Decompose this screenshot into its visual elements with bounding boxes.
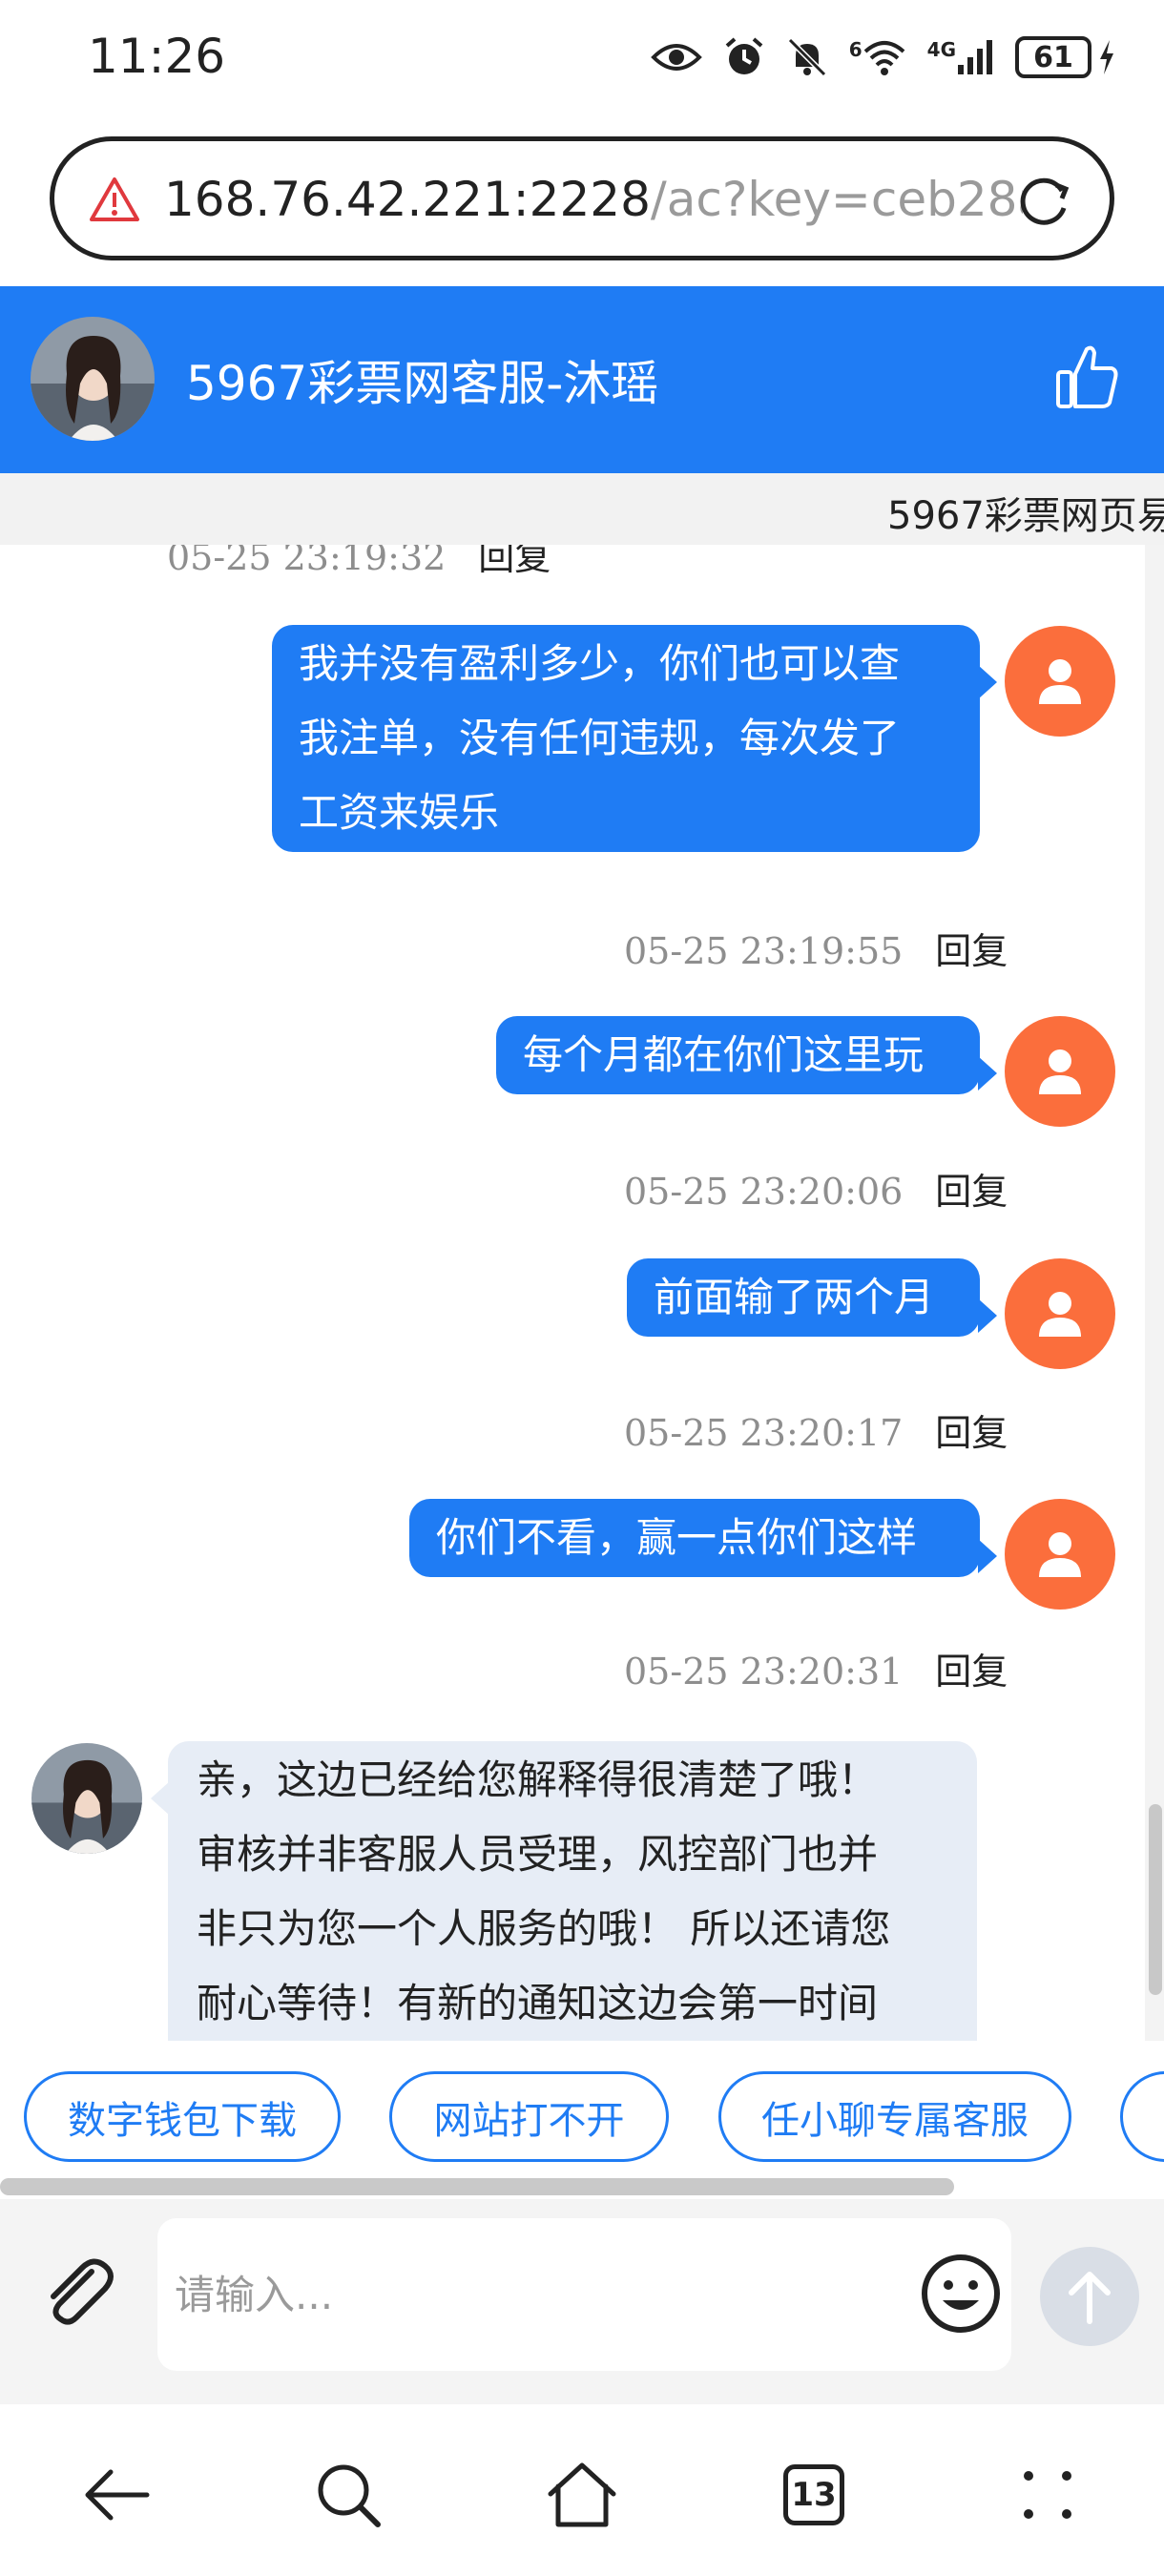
battery-indicator: 61 bbox=[1015, 36, 1116, 78]
eye-icon bbox=[650, 44, 702, 71]
charging-icon bbox=[1100, 40, 1113, 74]
message-text: 你们不看，赢一点你们这样 bbox=[436, 1514, 918, 1561]
battery-level: 61 bbox=[1015, 36, 1091, 78]
wifi-label: 6 bbox=[848, 38, 863, 61]
reload-icon[interactable] bbox=[1014, 170, 1075, 231]
message-time: 05-25 23:20:06 bbox=[624, 1171, 904, 1213]
user-message-bubble: 你们不看，赢一点你们这样 bbox=[409, 1499, 997, 1577]
mute-bell-icon bbox=[787, 37, 826, 77]
quick-reply-bar: 数字钱包下载 网站打不开 任小聊专属客服 bbox=[0, 2041, 1164, 2189]
message-text: 每个月都在你们这里玩 bbox=[523, 1031, 925, 1078]
user-avatar bbox=[1005, 626, 1115, 737]
menu-button[interactable] bbox=[1009, 2457, 1086, 2533]
agent-avatar[interactable] bbox=[31, 317, 155, 441]
message-time: 05-25 23:19:32 bbox=[167, 545, 447, 578]
user-avatar bbox=[1005, 1499, 1115, 1610]
quick-reply-exclusive-service[interactable]: 任小聊专属客服 bbox=[718, 2071, 1071, 2162]
message-input[interactable] bbox=[157, 2218, 1011, 2371]
message-time: 05-25 23:19:55 bbox=[624, 930, 904, 972]
message-line: 工资来娱乐 bbox=[299, 789, 500, 836]
scrollbar-thumb[interactable] bbox=[1149, 1804, 1162, 1995]
message-line: 我并没有盈利多少，你们也可以查 bbox=[299, 640, 901, 687]
chat-messages[interactable]: 05-25 23:19:32 回复 我并没有盈利多少，你们也可以查 我注单，没有任… bbox=[0, 545, 1164, 2041]
quick-reply-site-down[interactable]: 网站打不开 bbox=[389, 2071, 669, 2162]
message-input-bar bbox=[0, 2199, 1164, 2404]
message-meta: 05-25 23:20:31 回复 bbox=[624, 1642, 1008, 1694]
announcement-text: 5967彩票网页易 bbox=[887, 494, 1164, 538]
status-bar: 11:26 6 4G 61 bbox=[0, 0, 1164, 119]
back-button[interactable] bbox=[78, 2457, 155, 2533]
message-line: 耐心等待！有新的通知这边会第一时间 bbox=[197, 1980, 879, 2026]
network-label: 4G bbox=[926, 38, 956, 61]
message-time: 05-25 23:20:17 bbox=[624, 1412, 904, 1454]
message-meta: 05-25 23:19:55 回复 bbox=[624, 922, 1008, 974]
message-text: 前面输了两个月 bbox=[654, 1274, 935, 1320]
chat-header: 5967彩票网客服-沐瑶 bbox=[0, 286, 1164, 473]
message-meta: 05-25 23:19:32 回复 bbox=[167, 545, 551, 580]
arrow-up-icon bbox=[1069, 2272, 1111, 2324]
user-icon bbox=[1039, 1049, 1081, 1094]
home-button[interactable] bbox=[544, 2457, 620, 2533]
message-meta: 05-25 23:20:17 回复 bbox=[624, 1403, 1008, 1456]
quick-reply-more[interactable] bbox=[1120, 2071, 1164, 2162]
home-icon bbox=[548, 2462, 616, 2527]
user-message-bubble: 每个月都在你们这里玩 bbox=[496, 1016, 997, 1094]
chat-scrollbar[interactable] bbox=[1145, 545, 1164, 2041]
quick-reply-wallet[interactable]: 数字钱包下载 bbox=[24, 2071, 341, 2162]
reply-link[interactable]: 回复 bbox=[935, 1171, 1008, 1213]
paperclip-icon[interactable] bbox=[34, 2249, 120, 2335]
url-text[interactable]: 168.76.42.221:2228/ac?key=ceb28a bbox=[164, 172, 1023, 227]
agent-message-bubble: 亲，这边已经给您解释得很清楚了哦！ 审核并非客服人员受理，风控部门也并 非只为您… bbox=[151, 1741, 977, 2041]
quick-reply-scrollbar[interactable] bbox=[0, 2178, 954, 2195]
emoji-icon[interactable] bbox=[918, 2251, 1004, 2337]
reply-link[interactable]: 回复 bbox=[478, 545, 551, 578]
url-host: 168.76.42.221:2228 bbox=[164, 172, 651, 227]
user-icon bbox=[1039, 1532, 1081, 1577]
alarm-icon bbox=[725, 37, 763, 74]
signal-icon bbox=[958, 40, 992, 74]
reply-link[interactable]: 回复 bbox=[935, 930, 1008, 972]
not-secure-warning-icon[interactable] bbox=[89, 176, 140, 223]
search-icon bbox=[318, 2464, 381, 2527]
announcement-marquee: 5967彩票网页易 bbox=[0, 473, 1164, 545]
url-path: /ac?key=ceb28a bbox=[650, 172, 1023, 227]
user-icon bbox=[1039, 659, 1081, 704]
tabs-button[interactable]: 13 bbox=[776, 2457, 852, 2533]
thumbs-up-icon[interactable] bbox=[1054, 342, 1121, 410]
status-time: 11:26 bbox=[88, 29, 226, 84]
message-meta: 05-25 23:20:06 回复 bbox=[624, 1162, 1008, 1215]
message-line: 非只为您一个人服务的哦！ 所以还请您 bbox=[197, 1905, 891, 1952]
search-button[interactable] bbox=[310, 2457, 386, 2533]
wifi-icon bbox=[863, 41, 904, 75]
more-dots-icon bbox=[1024, 2471, 1071, 2519]
agent-avatar bbox=[31, 1743, 142, 1854]
reply-link[interactable]: 回复 bbox=[935, 1412, 1008, 1454]
address-bar[interactable]: 168.76.42.221:2228/ac?key=ceb28a bbox=[50, 136, 1114, 260]
browser-nav-bar: 13 bbox=[0, 2404, 1164, 2576]
user-avatar bbox=[1005, 1258, 1115, 1369]
status-icons: 6 4G 61 bbox=[650, 29, 1116, 86]
message-line: 审核并非客服人员受理，风控部门也并 bbox=[197, 1831, 879, 1878]
user-icon bbox=[1039, 1292, 1081, 1337]
message-line: 亲，这边已经给您解释得很清楚了哦！ bbox=[197, 1756, 879, 1803]
user-message-bubble: 前面输了两个月 bbox=[627, 1258, 997, 1337]
tab-count: 13 bbox=[783, 2464, 844, 2525]
user-message-bubble: 我并没有盈利多少，你们也可以查 我注单，没有任何违规，每次发了 工资来娱乐 bbox=[272, 625, 997, 852]
arrow-left-icon bbox=[85, 2469, 150, 2521]
message-time: 05-25 23:20:31 bbox=[624, 1651, 904, 1693]
message-line: 我注单，没有任何违规，每次发了 bbox=[299, 715, 901, 761]
chat-title: 5967彩票网客服-沐瑶 bbox=[186, 356, 659, 411]
user-avatar bbox=[1005, 1016, 1115, 1127]
send-button[interactable] bbox=[1040, 2247, 1139, 2346]
reply-link[interactable]: 回复 bbox=[935, 1651, 1008, 1693]
